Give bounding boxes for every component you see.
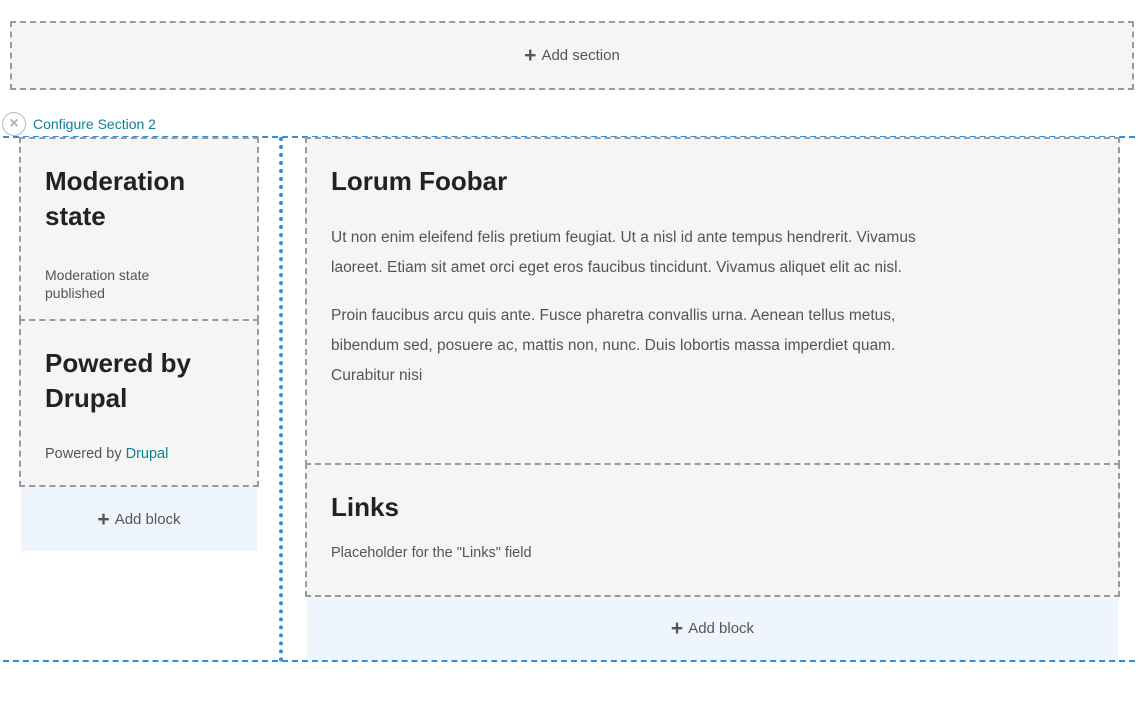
remove-section-icon[interactable]: × bbox=[2, 112, 26, 136]
block-title: Powered by Drupal bbox=[45, 348, 191, 413]
add-section-button[interactable]: + Add section bbox=[10, 21, 1134, 90]
block-links[interactable]: Links Placeholder for the "Links" field bbox=[305, 463, 1120, 597]
configure-section-link[interactable]: Configure Section 2 bbox=[33, 116, 156, 132]
block-title: Links bbox=[331, 492, 399, 522]
body-paragraph: Ut non enim eleifend felis pretium feugi… bbox=[331, 229, 916, 276]
field-value: published bbox=[45, 285, 105, 301]
drupal-link[interactable]: Drupal bbox=[126, 446, 169, 462]
body-paragraph: Proin faucibus arcu quis ante. Fusce pha… bbox=[331, 307, 896, 384]
block-title: Lorum Foobar bbox=[331, 166, 508, 196]
block-lorum-foobar[interactable]: Lorum Foobar Ut non enim eleifend felis … bbox=[305, 137, 1120, 466]
powered-by-text: Powered by bbox=[45, 446, 126, 462]
region-divider bbox=[279, 137, 283, 662]
block-title: Moderation state bbox=[45, 166, 186, 231]
add-block-button-first-region[interactable]: + Add block bbox=[21, 487, 257, 551]
plus-icon: + bbox=[670, 617, 684, 640]
plus-icon: + bbox=[97, 507, 110, 531]
block-moderation-state[interactable]: Moderation state Moderation state publis… bbox=[19, 137, 259, 321]
links-placeholder: Placeholder for the "Links" field bbox=[331, 545, 532, 561]
plus-icon: + bbox=[524, 44, 537, 67]
add-section-label: Add section bbox=[541, 47, 620, 64]
field-label: Moderation state bbox=[45, 267, 150, 283]
add-block-label: Add block bbox=[114, 510, 181, 528]
add-block-label: Add block bbox=[688, 620, 755, 637]
section-controls: × Configure Section 2 bbox=[2, 112, 156, 136]
block-powered-by-drupal[interactable]: Powered by Drupal Powered by Drupal bbox=[19, 319, 259, 487]
add-block-button-second-region[interactable]: + Add block bbox=[307, 597, 1118, 660]
